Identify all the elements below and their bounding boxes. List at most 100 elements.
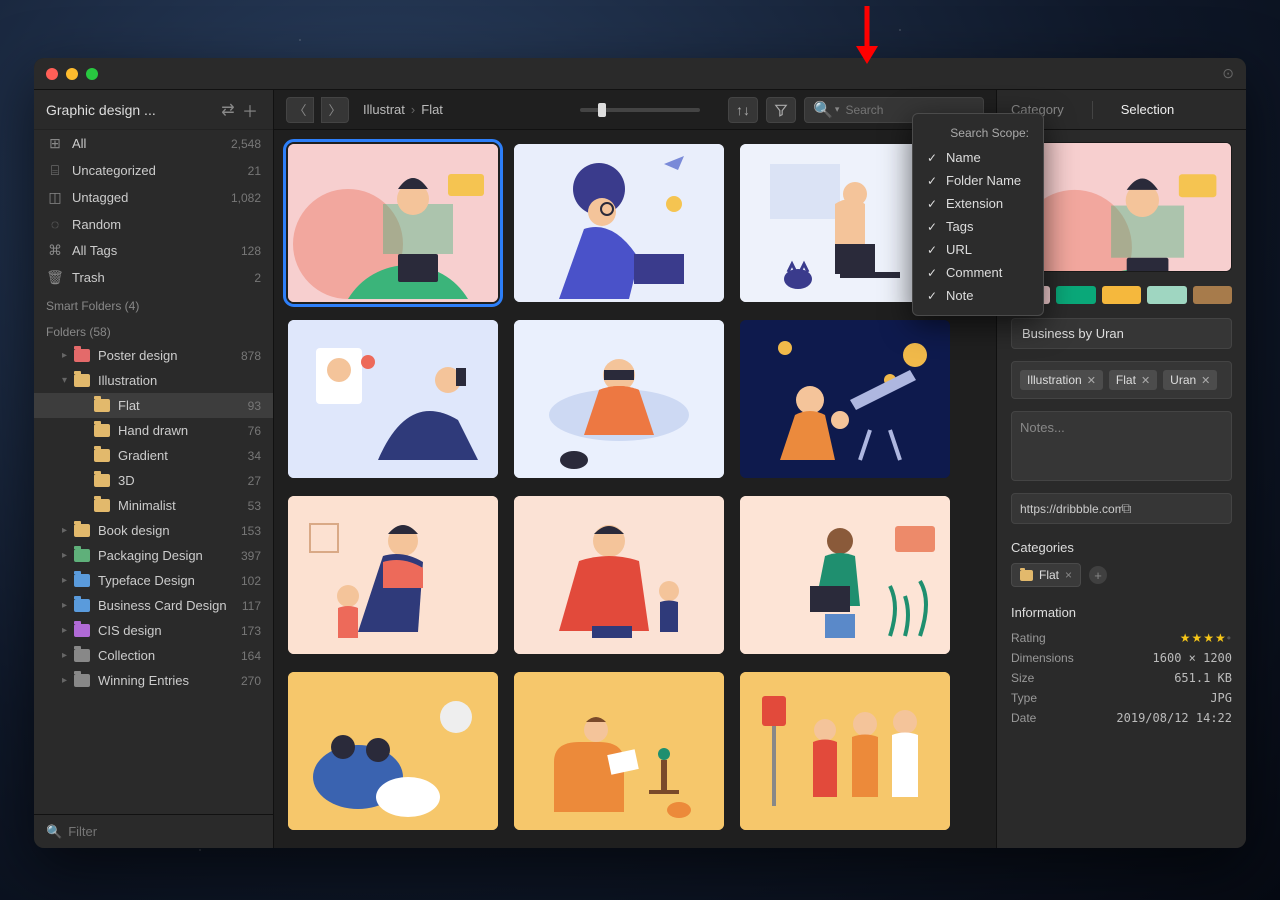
- thumbnail[interactable]: [288, 496, 498, 654]
- menu-option-comment[interactable]: ✓Comment: [913, 261, 1043, 284]
- thumbnail[interactable]: [740, 320, 950, 478]
- pin-icon[interactable]: ⊙: [1222, 65, 1234, 82]
- notes-input[interactable]: Notes...: [1011, 411, 1232, 481]
- thumbnail[interactable]: [514, 144, 724, 302]
- folder-minimalist[interactable]: Minimalist53: [34, 493, 273, 518]
- folder-typeface-design[interactable]: ▸Typeface Design102: [34, 568, 273, 593]
- nav-forward-button[interactable]: 〉: [321, 97, 349, 123]
- minimize-icon[interactable]: [66, 68, 78, 80]
- menu-option-extension[interactable]: ✓Extension: [913, 192, 1043, 215]
- crumb-parent[interactable]: Illustrat: [363, 102, 405, 117]
- fullscreen-icon[interactable]: [86, 68, 98, 80]
- thumbnail[interactable]: [288, 144, 498, 302]
- folder-book-design[interactable]: ▸Book design153: [34, 518, 273, 543]
- thumbnail[interactable]: [288, 672, 498, 830]
- search-scope-menu[interactable]: Search Scope: ✓Name✓Folder Name✓Extensio…: [912, 113, 1044, 316]
- folder-packaging-design[interactable]: ▸Packaging Design397: [34, 543, 273, 568]
- caret-icon[interactable]: ▸: [62, 575, 72, 586]
- thumbnail[interactable]: [288, 320, 498, 478]
- category-chip[interactable]: Flat ×: [1011, 563, 1081, 587]
- label: Flat: [118, 398, 140, 413]
- label: Trash: [72, 270, 105, 285]
- add-icon[interactable]: ＋: [239, 98, 261, 122]
- title-input[interactable]: [1011, 318, 1232, 349]
- tag-chip[interactable]: Illustration✕: [1020, 370, 1103, 390]
- thumbnail[interactable]: [514, 672, 724, 830]
- folder-winning-entries[interactable]: ▸Winning Entries270: [34, 668, 273, 693]
- tags-box[interactable]: Illustration✕ Flat✕ Uran✕: [1011, 361, 1232, 399]
- color-swatch[interactable]: [1193, 286, 1232, 304]
- thumbnail[interactable]: [740, 672, 950, 830]
- zoom-slider[interactable]: [580, 108, 700, 112]
- close-icon[interactable]: [46, 68, 58, 80]
- label: Uncategorized: [72, 163, 156, 178]
- caret-icon[interactable]: ▸: [62, 525, 72, 536]
- filter-button[interactable]: [766, 97, 796, 123]
- sidebar-item-trash[interactable]: 🗑Trash2: [34, 264, 273, 291]
- menu-option-note[interactable]: ✓Note: [913, 284, 1043, 307]
- preview-thumbnail[interactable]: [1011, 142, 1232, 272]
- sort-button[interactable]: ↑↓: [728, 97, 758, 123]
- crumb-current: Flat: [421, 102, 443, 117]
- remove-icon[interactable]: ✕: [1087, 374, 1096, 387]
- label: Gradient: [118, 448, 168, 463]
- menu-option-name[interactable]: ✓Name: [913, 146, 1043, 169]
- categories-label: Categories: [1011, 540, 1232, 555]
- icon: 🗑: [46, 269, 64, 286]
- sidebar-item-all[interactable]: ⊞All2,548: [34, 130, 273, 157]
- sidebar-item-untagged[interactable]: ◫Untagged1,082: [34, 184, 273, 211]
- tag-chip[interactable]: Flat✕: [1109, 370, 1157, 390]
- tab-selection[interactable]: Selection: [1121, 102, 1174, 117]
- main-area: 〈 〉 Illustrat › Flat ↑↓ 🔍 ▾: [274, 90, 996, 848]
- thumbnail[interactable]: [514, 496, 724, 654]
- caret-icon[interactable]: ▸: [62, 675, 72, 686]
- chevron-down-icon[interactable]: ▾: [835, 104, 840, 115]
- thumbnail[interactable]: [514, 320, 724, 478]
- url-field[interactable]: https://dribbble.com/ur ⧉: [1011, 493, 1232, 524]
- sidebar-item-all-tags[interactable]: ⌘All Tags128: [34, 237, 273, 264]
- open-link-icon[interactable]: ⧉: [1122, 500, 1224, 517]
- caret-icon[interactable]: ▸: [62, 550, 72, 561]
- label: 3D: [118, 473, 135, 488]
- label: All: [72, 136, 86, 151]
- folder-flat[interactable]: Flat93: [34, 393, 273, 418]
- folder-poster-design[interactable]: ▸Poster design878: [34, 343, 273, 368]
- color-swatch[interactable]: [1102, 286, 1141, 304]
- caret-icon[interactable]: ▸: [62, 625, 72, 636]
- menu-option-tags[interactable]: ✓Tags: [913, 215, 1043, 238]
- folder-collection[interactable]: ▸Collection164: [34, 643, 273, 668]
- folder-icon: [74, 549, 90, 562]
- remove-icon[interactable]: ✕: [1141, 374, 1150, 387]
- folder-icon: [94, 499, 110, 512]
- caret-icon[interactable]: ▾: [62, 375, 72, 386]
- thumbnail[interactable]: [740, 496, 950, 654]
- nav-back-button[interactable]: 〈: [286, 97, 314, 123]
- remove-icon[interactable]: ✕: [1201, 374, 1210, 387]
- library-name[interactable]: Graphic design ...: [46, 102, 217, 118]
- folder-gradient[interactable]: Gradient34: [34, 443, 273, 468]
- add-category-button[interactable]: +: [1089, 566, 1107, 584]
- sidebar-item-uncategorized[interactable]: ⌸Uncategorized21: [34, 157, 273, 184]
- titlebar[interactable]: ⊙: [34, 58, 1246, 90]
- folder-illustration[interactable]: ▾Illustration: [34, 368, 273, 393]
- folder-cis-design[interactable]: ▸CIS design173: [34, 618, 273, 643]
- menu-option-url[interactable]: ✓URL: [913, 238, 1043, 261]
- folder-3d[interactable]: 3D27: [34, 468, 273, 493]
- caret-icon[interactable]: ▸: [62, 600, 72, 611]
- count: 397: [241, 549, 261, 563]
- filter-input[interactable]: [68, 824, 261, 839]
- color-swatch[interactable]: [1056, 286, 1095, 304]
- tag-chip[interactable]: Uran✕: [1163, 370, 1217, 390]
- caret-icon[interactable]: ▸: [62, 350, 72, 361]
- color-swatch[interactable]: [1147, 286, 1186, 304]
- url-text: https://dribbble.com/ur: [1020, 502, 1122, 516]
- folder-business-card-design[interactable]: ▸Business Card Design117: [34, 593, 273, 618]
- swap-icon[interactable]: ⇄: [217, 100, 239, 120]
- caret-icon[interactable]: ▸: [62, 650, 72, 661]
- folder-hand-drawn[interactable]: Hand drawn76: [34, 418, 273, 443]
- sidebar-item-random[interactable]: ◌Random: [34, 211, 273, 237]
- remove-icon[interactable]: ×: [1065, 568, 1072, 582]
- rating-stars[interactable]: ★★★★•: [1180, 631, 1232, 645]
- breadcrumb[interactable]: Illustrat › Flat: [363, 102, 443, 117]
- menu-option-folder-name[interactable]: ✓Folder Name: [913, 169, 1043, 192]
